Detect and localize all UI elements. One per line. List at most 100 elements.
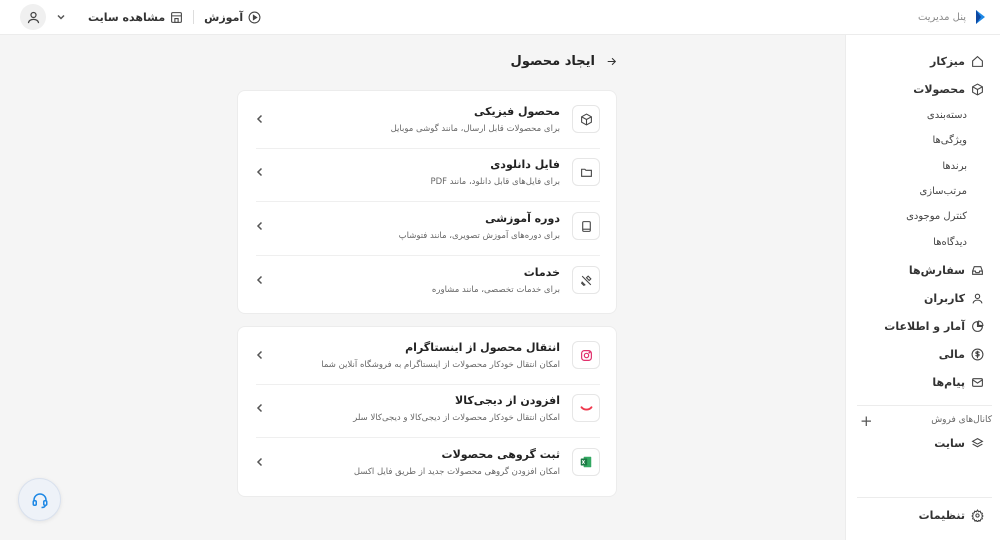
page-title: ایجاد محصول [510,54,595,69]
store-icon [171,11,183,23]
chevron-left-icon [256,114,263,124]
icon-box [572,212,600,240]
row-title: ثبت گروهی محصولات [441,448,560,461]
sidebar-item-label: میزکار [929,55,965,68]
sidebar-item-label: مالی [938,348,965,361]
support-button[interactable] [18,478,61,521]
import-options-card: انتقال محصول از اینستاگرام امکان انتقال … [237,326,617,497]
view-site-link[interactable]: مشاهده سایت [88,11,183,24]
sidebar-item-dashboard[interactable]: میزکار [930,55,984,68]
sidebar-item-label: کاربران [924,292,965,305]
folder-icon [580,168,592,177]
sidebar-divider [857,497,992,498]
sidebar-item-settings[interactable]: تنظیمات [919,509,984,522]
product-type-row[interactable]: خدمات برای خدمات تخصصی، مانند مشاوره [256,257,600,310]
tools-icon [580,274,592,286]
row-desc: امکان انتقال خودکار محصولات از اینستاگرا… [321,360,560,370]
sidebar-item-orders[interactable]: سفارش‌ها [909,264,984,277]
sidebar-subitem-brands[interactable]: برندها [942,161,967,172]
sidebar-item-messages[interactable]: پیام‌ها [932,376,984,389]
layers-icon [971,438,984,448]
top-divider [193,10,195,24]
sidebar: میزکار محصولات دسته‌بندی ویژگی‌ها برندها… [845,35,1000,540]
icon-box [572,158,600,186]
sales-channels-label: کانال‌های فروش [931,415,992,425]
row-desc: برای دوره‌های آموزش تصویری، مانند فتوشاپ [398,231,560,241]
sidebar-item-label: آمار و اطلاعات [884,320,965,333]
tutorial-link[interactable]: آموزش [204,11,261,24]
row-desc: امکان انتقال خودکار محصولات از دیجی‌کالا… [353,413,560,423]
row-title: محصول فیزیکی [473,105,560,118]
row-title: انتقال محصول از اینستاگرام [405,341,560,354]
sidebar-item-site[interactable]: سایت [934,437,984,450]
brand[interactable]: پنل مدیریت [918,9,986,25]
sidebar-item-products[interactable]: محصولات [913,83,984,96]
row-desc: برای خدمات تخصصی، مانند مشاوره [431,285,560,295]
row-divider [256,437,600,438]
sidebar-item-label: تنظیمات [918,509,965,522]
sidebar-item-label: سایت [934,437,965,450]
chevron-left-icon [256,167,263,177]
book-icon [581,220,591,232]
avatar[interactable] [20,4,46,30]
import-row[interactable]: افزودن از دیجی‌کالا امکان انتقال خودکار … [256,385,600,438]
product-type-row[interactable]: فایل دانلودی برای فایل‌های قابل دانلود، … [256,149,600,202]
chevron-down-icon[interactable] [56,12,66,22]
sidebar-subitem-categories[interactable]: دسته‌بندی [927,110,967,121]
gear-icon [971,509,984,522]
logo-icon [976,10,985,24]
excel-icon [580,456,592,468]
sidebar-divider [857,405,992,406]
back-arrow-icon[interactable] [605,55,618,68]
icon-box [572,394,600,422]
headset-icon [32,492,47,508]
chevron-left-icon [256,403,263,413]
sidebar-item-users[interactable]: کاربران [924,292,984,305]
sidebar-item-stats[interactable]: آمار و اطلاعات [884,320,984,333]
icon-box [572,105,600,133]
digikala-icon [580,405,592,411]
row-title: فایل دانلودی [490,158,560,171]
page-title-bar: ایجاد محصول [511,54,618,69]
row-divider [256,201,600,202]
import-row[interactable]: انتقال محصول از اینستاگرام امکان انتقال … [256,332,600,385]
icon-box [572,266,600,294]
sidebar-item-label: سفارش‌ها [908,264,965,277]
inbox-icon [972,266,983,275]
cube-icon [580,112,592,126]
mail-icon [972,378,983,387]
row-desc: برای محصولات قابل ارسال، مانند گوشی موبا… [390,124,560,134]
product-types-card: محصول فیزیکی برای محصولات قابل ارسال، ما… [237,90,617,314]
chevron-left-icon [256,457,263,467]
sidebar-item-finance[interactable]: مالی [939,348,984,361]
row-title: خدمات [523,266,560,279]
box-icon [972,83,983,96]
sidebar-subitem-attributes[interactable]: ویژگی‌ها [932,135,967,146]
chevron-left-icon [256,350,263,360]
sidebar-item-label: محصولات [913,83,965,96]
row-desc: برای فایل‌های قابل دانلود، مانند PDF [430,177,560,187]
user-icon [972,293,983,304]
sidebar-subitem-sorting[interactable]: مرتب‌سازی [919,186,967,197]
top-bar: پنل مدیریت مشاهده سایت آموزش [0,0,1000,35]
icon-box [572,341,600,369]
product-type-row[interactable]: محصول فیزیکی برای محصولات قابل ارسال، ما… [256,96,600,149]
add-channel-button[interactable]: + [860,414,873,429]
import-row[interactable]: ثبت گروهی محصولات امکان افزودن گروهی محص… [256,439,600,492]
chevron-left-icon [256,221,263,231]
product-type-row[interactable]: دوره آموزشی برای دوره‌های آموزش تصویری، … [256,203,600,256]
tutorial-label: آموزش [204,10,244,24]
instagram-icon [580,349,592,361]
sidebar-subitem-reviews[interactable]: دیدگاه‌ها [933,237,967,248]
row-desc: امکان افزودن گروهی محصولات جدید از طریق … [353,467,560,477]
pie-chart-icon [972,320,984,332]
top-left-controls: مشاهده سایت آموزش [20,4,261,30]
play-circle-icon [248,11,261,23]
sidebar-subitem-inventory[interactable]: کنترل موجودی [906,211,967,222]
user-icon [27,11,39,23]
icon-box [572,448,600,476]
dollar-icon [971,348,984,361]
home-icon [972,55,983,67]
sidebar-item-label: پیام‌ها [932,376,965,389]
chevron-left-icon [256,275,263,285]
